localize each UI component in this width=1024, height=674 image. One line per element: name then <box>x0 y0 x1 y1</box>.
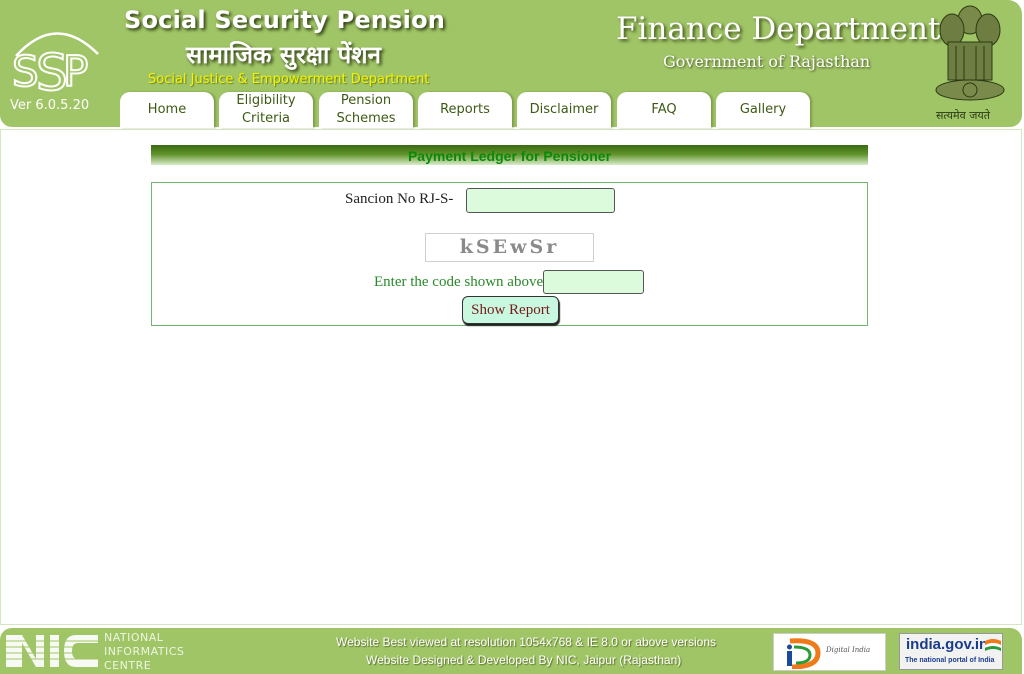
india-gov-title: india.gov.in <box>906 636 989 653</box>
india-gov-subtitle: The national portal of India <box>905 657 995 664</box>
nic-name: NATIONAL INFORMATICS CENTRE <box>104 631 184 673</box>
tab-disclaimer[interactable]: Disclaimer <box>517 92 611 128</box>
finance-department-title: Finance Department <box>616 11 941 47</box>
nic-line: INFORMATICS <box>104 645 185 658</box>
tab-label: FAQ <box>651 102 677 117</box>
sanction-no-label: Sancion No RJ-S- <box>345 191 454 207</box>
tab-eligibility-criteria[interactable]: Eligibility Criteria <box>219 92 313 128</box>
site-title: Social Security Pension <box>124 6 446 34</box>
sanction-no-input[interactable] <box>466 188 615 213</box>
section-title: Payment Ledger for Pensioner <box>151 145 868 165</box>
emblem-motto: सत्यमेव जयते <box>936 109 991 122</box>
svg-text:P: P <box>63 47 88 96</box>
india-gov-link[interactable]: india.gov.in The national portal of Indi… <box>899 633 1003 670</box>
captcha-code-input[interactable] <box>543 270 644 294</box>
tab-label: Pension Schemes <box>336 93 396 126</box>
tab-reports[interactable]: Reports <box>418 92 512 128</box>
tab-faq[interactable]: FAQ <box>617 92 711 128</box>
nic-line: NATIONAL <box>104 631 164 644</box>
digital-india-logo-icon <box>787 638 821 669</box>
digital-india-link[interactable]: Digital India <box>773 633 886 671</box>
nic-logo <box>6 635 98 667</box>
version-label: Ver 6.0.5.20 <box>10 98 90 113</box>
svg-text:S: S <box>12 47 39 96</box>
tab-home[interactable]: Home <box>120 92 214 128</box>
site-title-hindi: सामाजिक सुरक्षा पेंशन <box>186 41 381 69</box>
tab-label: Gallery <box>739 102 787 117</box>
national-emblem-icon <box>935 5 1005 101</box>
footer-credits: Website Designed & Developed By NIC, Jai… <box>366 653 682 667</box>
tab-label: Disclaimer <box>529 102 599 117</box>
tab-label: Reports <box>440 102 490 117</box>
ssp-logo: S S P <box>11 32 99 98</box>
government-subtitle: Government of Rajasthan <box>663 52 871 71</box>
tab-gallery[interactable]: Gallery <box>716 92 810 128</box>
captcha-image: kSEwSr <box>425 233 594 262</box>
tab-label: Home <box>147 102 187 117</box>
nic-line: CENTRE <box>104 659 152 672</box>
department-name: Social Justice & Empowerment Department <box>148 72 430 87</box>
show-report-button[interactable]: Show Report <box>462 296 559 324</box>
footer-resolution-note: Website Best viewed at resolution 1054x7… <box>336 635 716 649</box>
digital-india-label: Digital India <box>826 646 871 654</box>
captcha-code-label: Enter the code shown above: <box>374 274 548 290</box>
tab-pension-schemes[interactable]: Pension Schemes <box>319 92 413 128</box>
flag-icon <box>985 639 1001 651</box>
tab-label: Eligibility Criteria <box>236 93 296 126</box>
